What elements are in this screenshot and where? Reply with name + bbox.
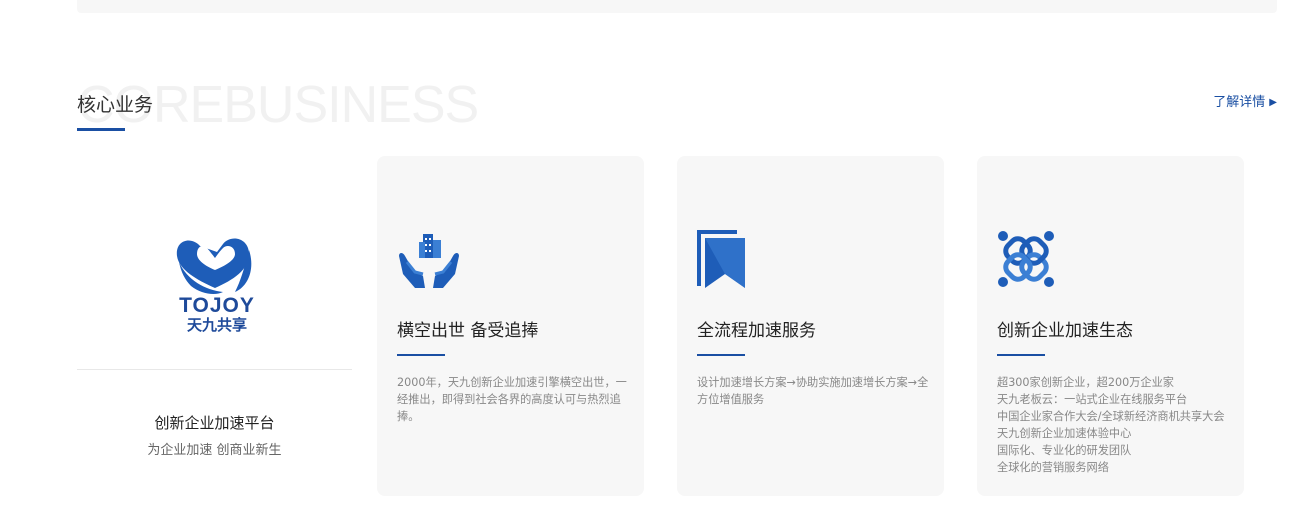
arrow-right-icon[interactable]: ▶ bbox=[1269, 94, 1277, 112]
card-description-line: 超300家创新企业，超200万企业家 bbox=[997, 376, 1174, 389]
tojoy-logo: TOJOY 天九共享 bbox=[176, 238, 255, 334]
section-header: COREBUSINESS 核心业务 了解详情 ▶ bbox=[77, 79, 1277, 140]
section-title: 核心业务 bbox=[77, 94, 154, 116]
logo-text-cn: 天九共享 bbox=[187, 316, 247, 334]
business-card-1[interactable]: 横空出世 备受追捧 2000年，天九创新企业加速引擎横空出世，一经推出，即得到社… bbox=[377, 156, 644, 496]
bookmark-icon bbox=[697, 230, 745, 288]
card-description: 超300家创新企业，超200万企业家 天九老板云：一站式企业在线服务平台 中国企… bbox=[997, 374, 1229, 476]
card-description-line: 天九创新企业加速体验中心 bbox=[997, 427, 1132, 440]
card-description: 2000年，天九创新企业加速引擎横空出世，一经推出，即得到社会各界的高度认可与热… bbox=[397, 374, 629, 425]
brand-title: 创新企业加速平台 bbox=[154, 414, 275, 432]
card-underline bbox=[397, 354, 445, 356]
logo-text-en: TOJOY bbox=[179, 294, 255, 317]
card-description-line: 全球化的营销服务网络 bbox=[997, 461, 1109, 474]
more-details-label[interactable]: 了解详情 bbox=[1213, 94, 1265, 112]
card-description-line: 设计加速增长方案→协助实施加速增长方案→全方位增值服务 bbox=[697, 376, 929, 406]
card-title: 横空出世 备受追捧 bbox=[397, 321, 539, 341]
card-underline bbox=[697, 354, 745, 356]
card-description: 设计加速增长方案→协助实施加速增长方案→全方位增值服务 bbox=[697, 374, 929, 408]
business-card-2[interactable]: 全流程加速服务 设计加速增长方案→协助实施加速增长方案→全方位增值服务 bbox=[677, 156, 944, 496]
card-description-line: 天九老板云：一站式企业在线服务平台 bbox=[997, 393, 1188, 406]
card-title: 创新企业加速生态 bbox=[997, 321, 1133, 341]
network-link-icon bbox=[998, 231, 1054, 287]
card-description-line: 国际化、专业化的研发团队 bbox=[997, 444, 1132, 457]
card-description-line: 2000年，天九创新企业加速引擎横空出世，一经推出，即得到社会各界的高度认可与热… bbox=[397, 376, 627, 423]
business-card-3[interactable]: 创新企业加速生态 超300家创新企业，超200万企业家 天九老板云：一站式企业在… bbox=[977, 156, 1244, 496]
more-details-link[interactable]: 了解详情 ▶ bbox=[1213, 94, 1277, 112]
hands-building-icon bbox=[399, 234, 459, 288]
title-underline bbox=[77, 128, 125, 131]
card-title: 全流程加速服务 bbox=[697, 321, 816, 341]
brand-subtitle: 为企业加速 创商业新生 bbox=[147, 443, 282, 458]
brand-divider bbox=[77, 369, 352, 370]
card-description-line: 中国企业家合作大会/全球新经济商机共享大会 bbox=[997, 410, 1225, 423]
top-panel-edge bbox=[77, 0, 1277, 13]
brand-column: TOJOY 天九共享 创新企业加速平台 为企业加速 创商业新生 bbox=[77, 156, 352, 496]
card-underline bbox=[997, 354, 1045, 356]
